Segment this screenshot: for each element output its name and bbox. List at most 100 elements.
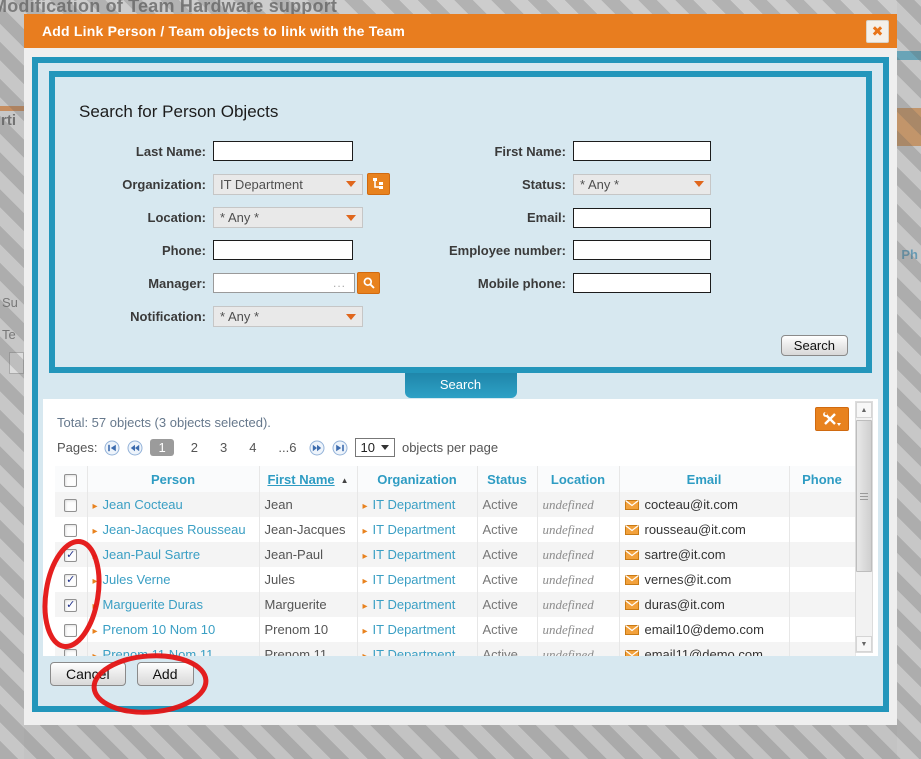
search-tab[interactable]: Search <box>405 373 517 398</box>
prev-page-button[interactable] <box>127 440 143 456</box>
page-number-1[interactable]: 1 <box>150 439 173 456</box>
row-checkbox[interactable]: ✓ <box>64 599 77 612</box>
scroll-up-button[interactable]: ▲ <box>856 402 872 418</box>
person-link[interactable]: Jean Cocteau <box>103 497 183 512</box>
first-page-button[interactable] <box>104 440 120 456</box>
select-all-checkbox[interactable] <box>64 474 77 487</box>
search-button[interactable]: Search <box>781 335 848 356</box>
organization-label: Organization: <box>75 177 213 192</box>
dialog-title: Add Link Person / Team objects to link w… <box>42 23 866 39</box>
table-row: ▸Prenom 11 Nom 11Prenom 11▸IT Department… <box>55 642 855 656</box>
manager-search-button[interactable] <box>357 272 380 294</box>
last-name-input[interactable] <box>213 141 353 161</box>
location-cell: undefined <box>537 567 619 592</box>
organization-link[interactable]: IT Department <box>373 597 456 612</box>
employee-number-input[interactable] <box>573 240 711 260</box>
search-form-grid: Last Name: First Name: Organization: IT … <box>75 141 852 327</box>
next-page-button[interactable] <box>309 440 325 456</box>
results-tbody: ▸Jean CocteauJean▸IT DepartmentActiveund… <box>55 492 855 656</box>
chevron-down-icon <box>694 181 704 187</box>
results-scrollbar[interactable]: ▲ ▼ <box>855 401 873 653</box>
row-checkbox[interactable] <box>64 499 77 512</box>
table-row: ✓▸Marguerite DurasMarguerite▸IT Departme… <box>55 592 855 617</box>
email-cell: email11@demo.com <box>619 642 789 656</box>
scrollbar-thumb[interactable] <box>856 420 872 572</box>
status-cell: Active <box>477 517 537 542</box>
status-cell: Active <box>477 617 537 642</box>
column-organization: Organization <box>357 466 477 492</box>
row-checkbox[interactable] <box>64 624 77 637</box>
close-button[interactable]: ✖ <box>866 20 889 43</box>
location-selected-value: * Any * <box>220 210 346 225</box>
row-checkbox[interactable] <box>64 524 77 537</box>
person-link[interactable]: Jean-Jacques Rousseau <box>103 522 246 537</box>
status-cell: Active <box>477 567 537 592</box>
column-first-name[interactable]: First Name▲ <box>259 466 357 492</box>
row-checkbox[interactable] <box>64 649 77 656</box>
expand-arrow-icon: ▸ <box>363 626 368 637</box>
organization-link[interactable]: IT Department <box>373 547 456 562</box>
page-number-6[interactable]: ...6 <box>273 440 301 455</box>
status-select[interactable]: * Any * <box>573 174 711 195</box>
notification-selected-value: * Any * <box>220 309 346 324</box>
add-link-dialog: Add Link Person / Team objects to link w… <box>24 14 897 725</box>
phone-input[interactable] <box>213 240 353 260</box>
prev-page-icon <box>127 440 143 456</box>
chevron-down-icon <box>346 181 356 187</box>
expand-arrow-icon: ▸ <box>363 526 368 537</box>
organization-link[interactable]: IT Department <box>373 622 456 637</box>
scroll-down-button[interactable]: ▼ <box>856 636 872 652</box>
first-name-cell: Prenom 11 <box>259 642 357 656</box>
organization-link[interactable]: IT Department <box>373 572 456 587</box>
pager: Pages: 1234...6 <box>43 430 878 457</box>
table-header-row: Person First Name▲ Organization Status L… <box>55 466 855 492</box>
status-cell: Active <box>477 492 537 517</box>
table-config-button[interactable] <box>815 407 849 431</box>
person-link[interactable]: Prenom 11 Nom 11 <box>103 647 214 656</box>
person-link[interactable]: Jules Verne <box>103 572 171 587</box>
phone-cell <box>789 592 855 617</box>
next-page-icon <box>309 440 325 456</box>
organization-link[interactable]: IT Department <box>373 647 456 656</box>
page-number-3[interactable]: 3 <box>215 440 232 455</box>
page-number-4[interactable]: 4 <box>244 440 261 455</box>
email-label: Email: <box>401 210 573 225</box>
manager-input[interactable] <box>213 273 355 293</box>
person-link[interactable]: Prenom 10 Nom 10 <box>103 622 216 637</box>
add-button[interactable]: Add <box>137 662 194 686</box>
email-icon <box>625 573 639 588</box>
table-row: ✓▸Jean-Paul SartreJean-Paul▸IT Departmen… <box>55 542 855 567</box>
chevron-down-icon <box>346 215 356 221</box>
notification-label: Notification: <box>75 309 213 324</box>
email-input[interactable] <box>573 208 711 228</box>
organization-link[interactable]: IT Department <box>373 522 456 537</box>
person-link[interactable]: Marguerite Duras <box>103 597 203 612</box>
last-page-button[interactable] <box>332 440 348 456</box>
expand-arrow-icon: ▸ <box>363 601 368 612</box>
first-name-input[interactable] <box>573 141 711 161</box>
organization-hierarchy-button[interactable] <box>367 173 390 195</box>
status-cell: Active <box>477 542 537 567</box>
organization-select[interactable]: IT Department <box>213 174 363 195</box>
notification-select[interactable]: * Any * <box>213 306 363 327</box>
page-numbers: 1234 ...6 <box>150 439 301 456</box>
location-select[interactable]: * Any * <box>213 207 363 228</box>
table-row: ✓▸Jules VerneJules▸IT DepartmentActiveun… <box>55 567 855 592</box>
person-link[interactable]: Jean-Paul Sartre <box>103 547 201 562</box>
manager-label: Manager: <box>75 276 213 291</box>
page-number-2[interactable]: 2 <box>186 440 203 455</box>
organization-selected-value: IT Department <box>220 177 346 192</box>
row-checkbox[interactable]: ✓ <box>64 574 77 587</box>
cancel-button[interactable]: Cancel <box>50 662 126 686</box>
mobile-phone-input[interactable] <box>573 273 711 293</box>
tools-icon <box>821 411 843 427</box>
first-name-cell: Jules <box>259 567 357 592</box>
row-checkbox[interactable]: ✓ <box>64 549 77 562</box>
location-cell: undefined <box>537 592 619 617</box>
first-page-icon <box>104 440 120 456</box>
dialog-body: Search for Person Objects Last Name: Fir… <box>24 48 897 725</box>
status-cell: Active <box>477 592 537 617</box>
status-selected-value: * Any * <box>580 177 694 192</box>
per-page-select[interactable]: 10 <box>355 438 395 457</box>
organization-link[interactable]: IT Department <box>373 497 456 512</box>
